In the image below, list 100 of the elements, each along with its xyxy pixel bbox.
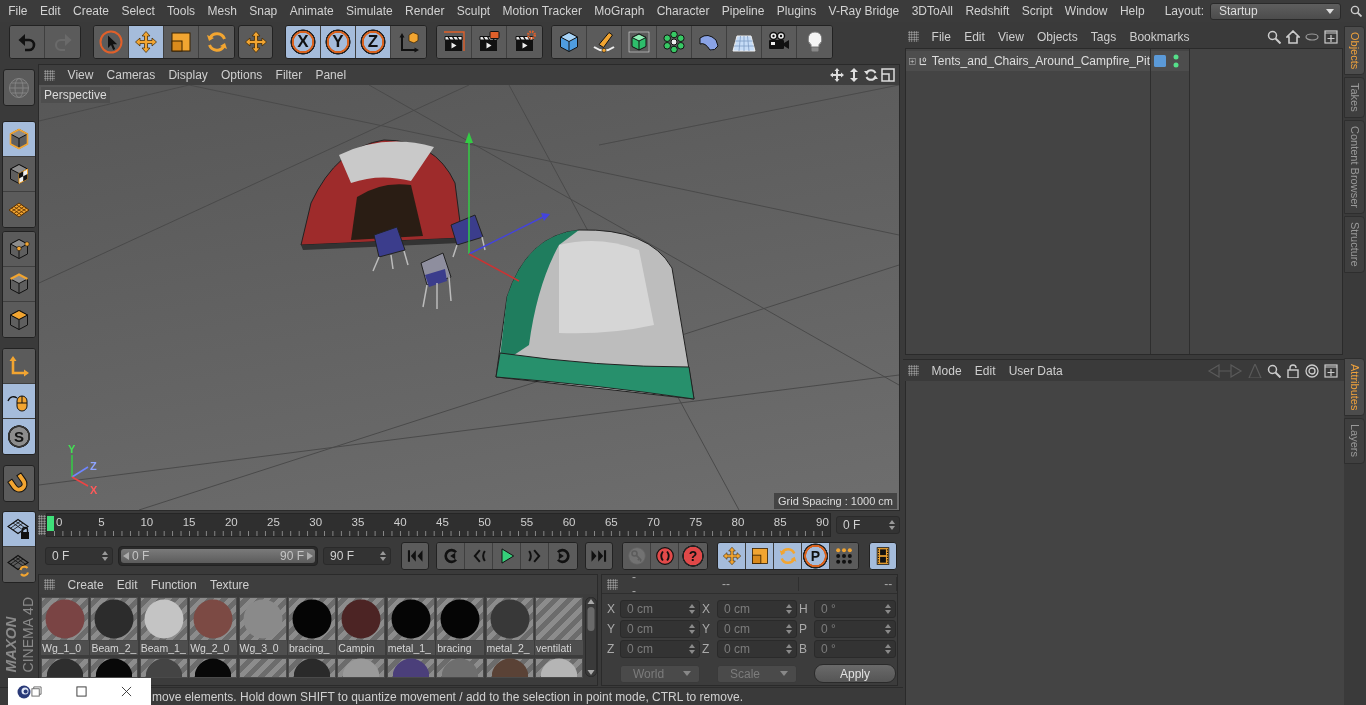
material-thumbnail[interactable]: [436, 658, 485, 678]
add-panel-icon[interactable]: [1324, 29, 1338, 44]
magnet-button[interactable]: [3, 465, 35, 502]
panel-tab[interactable]: Takes: [1344, 77, 1365, 119]
menu-item[interactable]: Cameras: [100, 68, 162, 82]
menu-item[interactable]: Edit: [968, 363, 1003, 378]
pan-icon[interactable]: [830, 68, 844, 82]
menu-item[interactable]: View: [61, 68, 100, 82]
menu-item[interactable]: Edit: [110, 577, 145, 592]
cube-button[interactable]: [552, 26, 587, 58]
snap-button[interactable]: S: [3, 419, 35, 454]
menu-item[interactable]: Edit: [33, 1, 67, 21]
maximize-view-icon[interactable]: [881, 68, 895, 82]
search-icon[interactable]: [1350, 5, 1362, 17]
grid-lock-button[interactable]: [3, 512, 35, 547]
move-handle-drawing[interactable]: [465, 132, 550, 282]
menu-item[interactable]: Select: [115, 1, 161, 21]
material-thumbnail[interactable]: [287, 658, 336, 678]
playhead-marker[interactable]: [47, 516, 54, 531]
material-thumbnail[interactable]: [485, 658, 534, 678]
grip-icon[interactable]: [44, 69, 55, 81]
material-thumbnail[interactable]: [534, 597, 583, 641]
move-button[interactable]: [238, 25, 273, 59]
menu-item[interactable]: Character: [650, 1, 716, 21]
menu-item[interactable]: Texture: [203, 577, 256, 592]
menu-item[interactable]: Snap: [243, 1, 284, 21]
visibility-dots-icon[interactable]: [1173, 54, 1179, 68]
menu-item[interactable]: Script: [1015, 1, 1059, 21]
axis-button[interactable]: Y: [321, 26, 356, 58]
material-thumbnail[interactable]: [189, 658, 238, 678]
menu-item[interactable]: Function: [144, 577, 204, 592]
axis-button[interactable]: Z: [356, 26, 391, 58]
app-logo-icon[interactable]: [17, 684, 31, 699]
layout-dropdown[interactable]: Startup: [1210, 2, 1341, 20]
menu-item[interactable]: Create: [66, 1, 116, 21]
move-button[interactable]: [129, 26, 164, 58]
points-button[interactable]: [3, 232, 35, 267]
menu-item[interactable]: 3DToAll: [905, 1, 960, 21]
menu-item[interactable]: Pipeline: [715, 1, 771, 21]
tweak-button[interactable]: [3, 384, 35, 419]
help-button[interactable]: ?: [679, 543, 707, 569]
menu-item[interactable]: Mode: [925, 363, 969, 378]
material-thumbnail[interactable]: [139, 658, 188, 678]
scale-button[interactable]: [746, 543, 774, 569]
panel-tab[interactable]: Structure: [1344, 216, 1365, 273]
lock-icon[interactable]: [1286, 363, 1300, 378]
menu-item[interactable]: Simulate: [339, 1, 399, 21]
add-panel-icon[interactable]: [1324, 363, 1338, 378]
current-frame-field[interactable]: 0 F: [836, 516, 900, 534]
material-thumbnail[interactable]: [386, 658, 435, 678]
right-arrow-icon[interactable]: [307, 552, 313, 560]
search-icon[interactable]: [1267, 363, 1281, 378]
left-arrow-icon[interactable]: [123, 552, 129, 560]
panel-tab[interactable]: Layers: [1344, 418, 1365, 464]
menu-item[interactable]: File: [925, 29, 958, 44]
grip-icon[interactable]: [44, 579, 55, 590]
prev-key-button[interactable]: [437, 543, 465, 569]
grip-icon[interactable]: [38, 515, 46, 535]
menu-item[interactable]: Window: [1058, 1, 1114, 21]
axis-mode-button[interactable]: [3, 349, 35, 384]
menu-item[interactable]: Panel: [308, 68, 353, 82]
menu-item[interactable]: Redshift: [959, 1, 1016, 21]
material-thumbnail[interactable]: [238, 658, 287, 678]
undo-button[interactable]: [10, 26, 45, 58]
menu-item[interactable]: Edit: [957, 29, 992, 44]
menu-item[interactable]: Tools: [160, 1, 202, 21]
axis-button[interactable]: X: [286, 26, 321, 58]
maximize-icon[interactable]: [76, 686, 87, 697]
timeline-button[interactable]: [869, 542, 897, 570]
menu-item[interactable]: Display: [161, 68, 215, 82]
menu-item[interactable]: Tags: [1084, 29, 1123, 44]
menu-item[interactable]: View: [991, 29, 1031, 44]
panel-tab[interactable]: Attributes: [1344, 358, 1365, 417]
close-icon[interactable]: [121, 686, 132, 697]
first-button[interactable]: [401, 542, 429, 570]
scrollbar[interactable]: [584, 597, 597, 677]
keyframe-button[interactable]: P: [802, 543, 830, 569]
menu-item[interactable]: File: [2, 1, 34, 21]
orbit-icon[interactable]: [864, 68, 878, 82]
menu-item[interactable]: Create: [61, 577, 111, 592]
grip-icon[interactable]: [908, 31, 919, 42]
menu-item[interactable]: Options: [214, 68, 269, 82]
expand-icon[interactable]: [909, 55, 916, 67]
panel-tab[interactable]: Objects: [1344, 26, 1365, 76]
menu-item[interactable]: Help: [1113, 1, 1151, 21]
menu-item[interactable]: Filter: [268, 68, 309, 82]
menu-item[interactable]: Render: [398, 1, 451, 21]
grip-icon[interactable]: [908, 365, 919, 376]
panel-tab[interactable]: Content Browser: [1344, 120, 1365, 214]
camera-label[interactable]: Perspective: [41, 87, 110, 103]
model-button[interactable]: [3, 122, 35, 157]
material-thumbnail[interactable]: [534, 658, 583, 678]
menu-item[interactable]: User Data: [1002, 363, 1070, 378]
menu-item[interactable]: Bookmarks: [1122, 29, 1197, 44]
menu-item[interactable]: Sculpt: [450, 1, 497, 21]
material-thumbnail[interactable]: [41, 658, 89, 678]
target-icon[interactable]: [1305, 363, 1319, 378]
menu-item[interactable]: MoGraph: [588, 1, 651, 21]
material-thumbnail[interactable]: [90, 658, 139, 678]
menu-item[interactable]: Mesh: [201, 1, 244, 21]
